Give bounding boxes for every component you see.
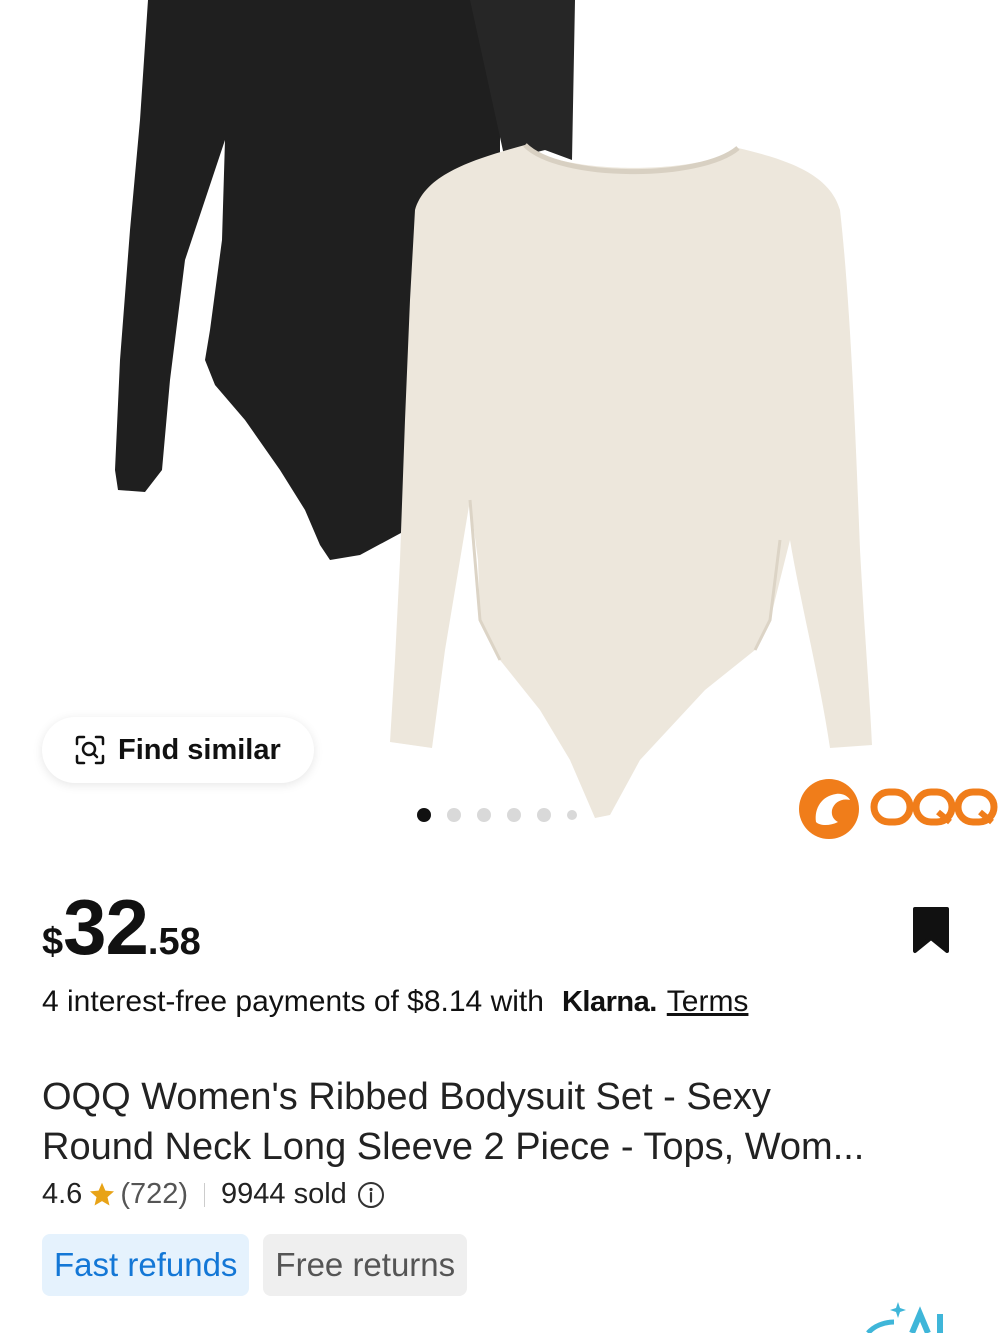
tag-free-returns[interactable]: Free returns bbox=[263, 1234, 468, 1296]
divider bbox=[204, 1182, 206, 1207]
terms-link[interactable]: Terms bbox=[667, 985, 749, 1019]
star-icon bbox=[90, 1182, 115, 1205]
product-title-line: Round Neck Long Sleeve 2 Piece - Tops, W… bbox=[42, 1126, 865, 1168]
carousel-dot[interactable] bbox=[507, 808, 521, 822]
service-tags: Fast refunds Free returns bbox=[42, 1234, 468, 1296]
info-icon[interactable] bbox=[357, 1181, 385, 1209]
rating-score: 4.6 bbox=[42, 1178, 83, 1210]
carousel-dot[interactable] bbox=[447, 808, 461, 822]
product-price: $ 32 .58 bbox=[42, 888, 201, 966]
rating-row[interactable]: 4.6 (722) 9944 sold bbox=[42, 1178, 385, 1211]
price-decimal: .58 bbox=[147, 921, 201, 963]
find-similar-label: Find similar bbox=[118, 733, 281, 766]
bookmark-icon[interactable] bbox=[912, 906, 950, 954]
sold-count: 9944 sold bbox=[221, 1178, 347, 1210]
price-integer: 32 bbox=[63, 883, 149, 971]
product-image-carousel[interactable]: Find similar bbox=[0, 0, 1000, 845]
price-currency: $ bbox=[42, 921, 64, 963]
brand-logo bbox=[799, 779, 998, 839]
installments-text: 4 interest-free payments of $8.14 with bbox=[42, 985, 544, 1018]
search-image-icon bbox=[75, 735, 105, 765]
klarna-logo: Klarna. bbox=[561, 985, 657, 1018]
product-title[interactable]: OQQ Women's Ribbed Bodysuit Set - Sexy R… bbox=[42, 1072, 962, 1172]
tag-fast-refunds[interactable]: Fast refunds bbox=[42, 1234, 250, 1296]
ai-sparkle-icon[interactable] bbox=[860, 1300, 970, 1333]
installments-info: 4 interest-free payments of $8.14 with K… bbox=[42, 985, 748, 1019]
product-title-line: OQQ Women's Ribbed Bodysuit Set - Sexy bbox=[42, 1076, 771, 1118]
carousel-dot[interactable] bbox=[417, 808, 431, 822]
find-similar-button[interactable]: Find similar bbox=[42, 717, 314, 783]
rating-count: (722) bbox=[120, 1178, 189, 1210]
carousel-dot[interactable] bbox=[567, 810, 577, 820]
carousel-dot[interactable] bbox=[477, 808, 491, 822]
carousel-indicator bbox=[417, 808, 577, 822]
carousel-dot[interactable] bbox=[537, 808, 551, 822]
